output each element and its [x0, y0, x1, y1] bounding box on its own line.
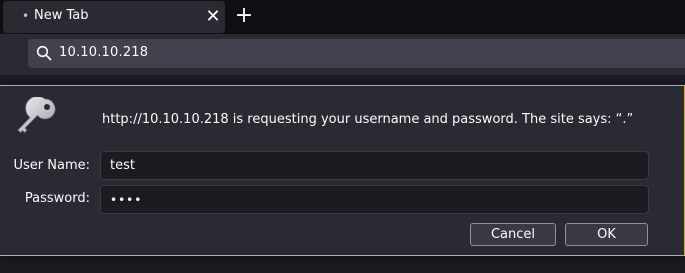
cancel-button[interactable]: Cancel [470, 223, 556, 246]
dialog-message: http://10.10.10.218 is requesting your u… [102, 112, 634, 127]
username-label: User Name: [13, 158, 91, 173]
search-icon [36, 45, 52, 61]
close-tab-icon[interactable]: ✕ [203, 7, 223, 27]
password-field[interactable]: •••• [100, 185, 649, 214]
ok-button[interactable]: OK [565, 223, 648, 246]
navigation-bar: 10.10.10.218 [0, 34, 685, 75]
url-text[interactable]: 10.10.10.218 [59, 45, 148, 60]
tab-dot-icon: • [22, 9, 30, 23]
tab-strip: • New Tab ✕ + [0, 0, 685, 34]
new-tab-button[interactable]: + [233, 4, 255, 28]
tab-new-tab[interactable]: • New Tab ✕ [3, 1, 225, 33]
key-icon [17, 97, 56, 134]
password-label: Password: [24, 191, 90, 206]
url-bar[interactable]: 10.10.10.218 [28, 39, 685, 68]
username-field[interactable]: test [100, 151, 649, 180]
auth-dialog: http://10.10.10.218 is requesting your u… [0, 85, 685, 256]
tab-title: New Tab [34, 8, 89, 23]
